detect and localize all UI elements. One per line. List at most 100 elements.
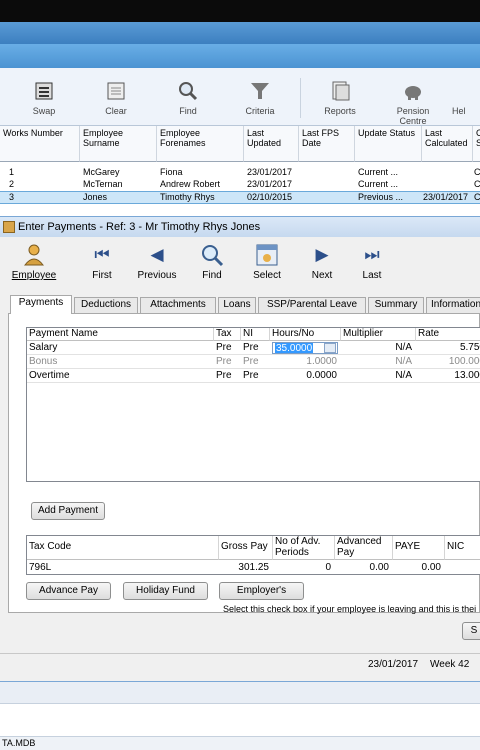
column-header[interactable]: Last Updated [244,126,299,162]
toolbar-pension-label: Pension Centre [396,106,430,126]
tab-loans[interactable]: Loans [218,297,256,313]
piggy-bank-icon [405,86,421,100]
column-header[interactable]: Employee Forenames [157,126,244,162]
payment-ni: Pre [243,356,259,367]
first-button[interactable]: ⏮ First [78,243,126,281]
cell-works: 1 [9,167,15,177]
tab-deductions[interactable]: Deductions [74,297,138,313]
payment-rate: 100.000 [448,356,480,367]
column-header[interactable]: Hours/No [270,328,341,341]
table-row[interactable]: 2 McTernan Andrew Robert 23/01/2017 Curr… [0,179,480,190]
previous-icon: ◀ [150,245,164,264]
column-header[interactable]: C S [473,126,480,162]
dialog-status-bar: 23/01/2017 Week 42 [0,653,480,675]
toolbar-clear-button[interactable]: Clear [88,80,144,116]
column-header[interactable]: Payment Name [27,328,214,341]
tab-ssp-parental-leave[interactable]: SSP/Parental Leave [258,297,366,313]
toolbar-pension-button[interactable]: Pension Centre [382,80,444,126]
column-header[interactable]: Last FPS Date [299,126,355,162]
cell-forenames: Fiona [160,167,183,177]
column-header[interactable]: Tax [214,328,241,341]
previous-button[interactable]: ◀ Previous [133,243,181,281]
last-button[interactable]: ⏭ Last [348,243,396,281]
column-header[interactable]: Update Status [355,126,422,162]
tab-information[interactable]: Information [426,297,480,313]
cell-updated: 23/01/2017 [247,179,293,189]
toolbar-reports-label: Reports [324,106,356,116]
toolbar-clear-label: Clear [105,106,127,116]
column-header[interactable]: Last Calculated [422,126,473,162]
help-icon [456,80,478,102]
cell-updated: 23/01/2017 [247,167,293,177]
clear-icon [107,82,125,100]
first-icon: ⏮ [94,245,110,264]
main-toolbar: Swap Clear Find Criteria Reports Pension… [0,68,480,126]
cell-works: 2 [9,179,15,189]
payment-ni: Pre [243,370,259,381]
find-button[interactable]: Find [188,243,236,281]
cell-calculated: 23/01/2017 [423,192,469,202]
dialog-title-bar: Enter Payments - Ref: 3 - Mr Timothy Rhy… [0,217,480,237]
column-header[interactable]: NI [241,328,270,341]
payment-hours: 0.0000 [306,370,337,381]
table-row[interactable]: Salary Pre Pre 35.0000 N/A 5.750 [27,342,480,355]
next-button[interactable]: ▶ Next [298,243,346,281]
payment-multiplier: N/A [395,370,412,381]
find-icon [202,245,224,267]
last-button-label: Last [362,270,382,281]
toolbar-find-label: Find [179,106,197,116]
column-header[interactable]: Multiplier [341,328,416,341]
table-row[interactable]: Overtime Pre Pre 0.0000 N/A 13.000 [27,370,480,383]
toolbar-find-button[interactable]: Find [160,80,216,116]
toolbar-reports-button[interactable]: Reports [312,80,368,116]
employee-icon [23,244,45,266]
gross-pay-value: 301.25 [238,562,269,573]
column-header: NIC [445,536,480,560]
find-icon [179,82,198,101]
table-row-selected[interactable]: 3 Jones Timothy Rhys 02/10/2015 Previous… [0,191,480,204]
cell-surname: McGarey [83,167,120,177]
toolbar-criteria-button[interactable]: Criteria [232,80,288,116]
tab-summary[interactable]: Summary [368,297,424,313]
holiday-fund-button[interactable]: Holiday Fund [123,582,208,600]
dialog-title: Enter Payments - Ref: 3 - Mr Timothy Rhy… [18,221,261,233]
tab-attachments[interactable]: Attachments [140,297,216,313]
employee-list: Works Number Employee Surname Employee F… [0,126,480,216]
paye-value: 0.00 [421,562,441,573]
hours-value: 35.0000 [275,343,314,354]
table-row[interactable]: Bonus Pre Pre 1.0000 N/A 100.000 [27,356,480,369]
cell-works: 3 [9,192,15,202]
add-payment-button[interactable]: Add Payment [31,502,105,520]
column-header[interactable]: Works Number [0,126,80,162]
cell-forenames: Timothy Rhys [160,192,215,202]
tab-payments[interactable]: Payments [10,295,72,314]
nic-value [445,562,480,574]
toolbar-help-button[interactable]: Hel [452,80,480,116]
hours-input[interactable]: 35.0000 [272,342,338,354]
toolbar-criteria-label: Criteria [245,106,275,116]
select-button[interactable]: Select [243,243,291,281]
window-title-bar [0,22,480,44]
adv-periods-value: 0 [325,562,331,573]
advanced-pay-value: 0.00 [369,562,389,573]
toolbar-swap-label: Swap [32,106,56,116]
toolbar-help-label: Hel [452,106,466,116]
status-date: 23/01/2017 [368,659,419,670]
payments-tab-panel: Payment Name Tax NI Hours/No Multiplier … [8,313,480,614]
toolbar-swap-button[interactable]: Swap [16,80,72,116]
employers-button[interactable]: Employer's [219,582,304,600]
cell-updated: 02/10/2015 [247,192,293,202]
employee-button[interactable]: Employee [10,243,58,281]
column-header[interactable]: Rate [416,328,480,341]
partial-right-button[interactable]: S [462,622,480,640]
column-header: No of Adv. Periods [273,536,335,560]
calculator-icon[interactable] [324,343,336,353]
advance-pay-button[interactable]: Advance Pay [26,582,111,600]
column-header[interactable]: Employee Surname [80,126,157,162]
funnel-icon [251,83,269,99]
employee-button-label: Employee [11,270,57,281]
table-row[interactable]: 1 McGarey Fiona 23/01/2017 Current ... C [0,167,480,178]
payment-tax: Pre [216,356,232,367]
payment-rate: 5.750 [459,342,480,353]
last-icon: ⏭ [364,245,380,264]
